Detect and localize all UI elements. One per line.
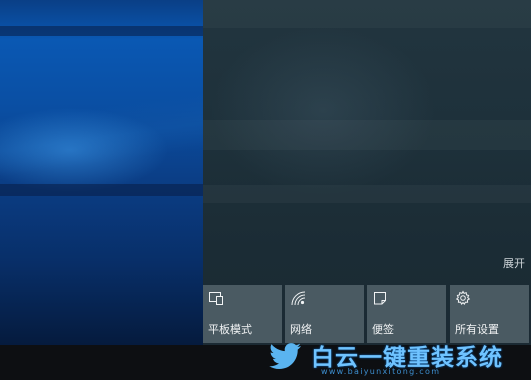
watermark: 白云一键重装系统 www.baiyunxitong.com — [261, 335, 523, 379]
network-icon — [291, 291, 306, 306]
panel-reflection — [203, 120, 531, 150]
desktop-screen: 展开 平板模式 网络 便签 所有设置 白云一键重装系统 www.baiyunxi… — [0, 0, 531, 380]
wallpaper-light-beam — [0, 184, 203, 196]
watermark-url: www.baiyunxitong.com — [321, 367, 441, 376]
tile-label: 平板模式 — [208, 323, 252, 336]
panel-reflection — [203, 185, 531, 203]
twitter-bird-icon — [269, 343, 301, 369]
note-icon — [374, 292, 386, 305]
wallpaper-light-beam — [0, 26, 203, 36]
desktop-wallpaper — [0, 0, 203, 380]
tablet-mode-icon — [209, 292, 223, 305]
panel-reflection — [203, 0, 531, 28]
action-center-panel: 展开 平板模式 网络 便签 所有设置 — [203, 0, 531, 345]
expand-link[interactable]: 展开 — [503, 255, 525, 271]
gear-icon — [455, 290, 471, 305]
